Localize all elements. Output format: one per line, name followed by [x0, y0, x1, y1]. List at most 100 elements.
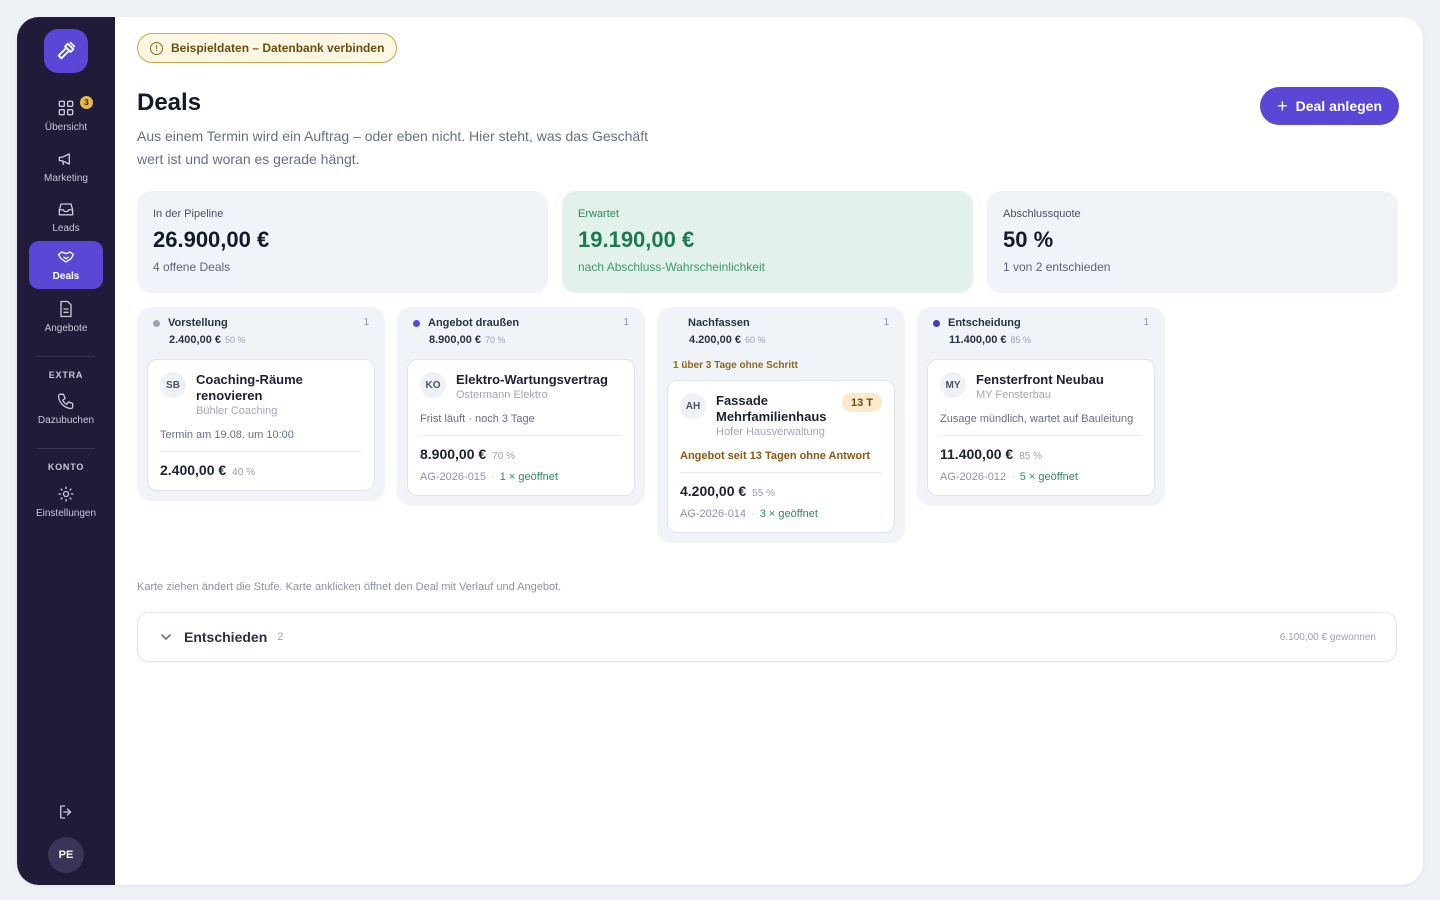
- decided-title: Entschieden: [184, 629, 268, 645]
- sidebar-item-einstellungen[interactable]: Einstellungen: [29, 478, 103, 526]
- offer-reference: AG-2026-014 · 3 × geöffnet: [680, 508, 818, 520]
- column-header: Entscheidung 1: [927, 317, 1155, 329]
- sidebar-item-label: Marketing: [44, 173, 88, 184]
- deal-card[interactable]: MY Fensterfront Neubau MY Fensterbau Zus…: [927, 359, 1155, 496]
- pipeline-board: Vorstellung 1 2.400,00 €50 % SB Coaching…: [137, 307, 1165, 543]
- company-initials: SB: [160, 372, 186, 398]
- stat-card-pipeline: In der Pipeline 26.900,00 € 4 offene Dea…: [137, 191, 548, 293]
- column-title: Nachfassen: [688, 317, 750, 329]
- deal-card[interactable]: KO Elektro-Wartungsvertrag Ostermann Ele…: [407, 359, 635, 496]
- deal-company: MY Fensterbau: [976, 389, 1052, 401]
- offer-reference: AG-2026-012 · 5 × geöffnet: [940, 471, 1078, 483]
- page-description: Aus einem Termin wird ein Auftrag – oder…: [137, 128, 648, 167]
- stage-dot: [413, 319, 420, 327]
- column-header: Angebot draußen 1: [407, 317, 635, 329]
- divider: [37, 448, 95, 449]
- sidebar-item-leads[interactable]: Leads: [29, 193, 103, 241]
- column-header: Nachfassen 1: [667, 317, 895, 329]
- decided-count: 2: [277, 631, 284, 643]
- column-header: Vorstellung 1: [147, 317, 375, 329]
- section-heading-extra: EXTRA: [48, 370, 84, 380]
- column-count: 1: [363, 317, 369, 328]
- deal-company: Ostermann Elektro: [456, 389, 548, 401]
- deal-card[interactable]: AH Fassade Mehrfamilienhaus Hofer Hausve…: [667, 380, 895, 533]
- deal-title: Fassade Mehrfamilienhaus: [716, 393, 827, 424]
- column-sum: 8.900,00 €70 %: [429, 334, 506, 346]
- stale-warning: 1 über 3 Tage ohne Schritt: [673, 360, 798, 371]
- column-count: 1: [623, 317, 629, 328]
- column-title: Vorstellung: [168, 317, 228, 329]
- offer-opened-count: 1 × geöffnet: [499, 471, 558, 483]
- deal-note: Zusage mündlich, wartet auf Bauleitung: [940, 413, 1142, 436]
- column-percent: 85 %: [1010, 335, 1032, 345]
- column-sum: 2.400,00 €50 %: [169, 334, 246, 346]
- column-percent: 50 %: [225, 335, 246, 345]
- sidebar-item-label: Leads: [52, 223, 80, 234]
- column-title: Entscheidung: [948, 317, 1021, 329]
- add-deal-button[interactable]: + Deal anlegen: [1260, 87, 1399, 125]
- stat-value: 19.190,00 €: [578, 227, 695, 252]
- stat-card-close-rate: Abschlussquote 50 % 1 von 2 entschieden: [987, 191, 1398, 293]
- company-initials: KO: [420, 372, 446, 398]
- stat-label: Abschlussquote: [1003, 208, 1081, 220]
- phone-icon: [57, 393, 74, 410]
- chevron-down-icon: [161, 634, 171, 640]
- stage-column-angebot-draussen: Angebot draußen 1 8.900,00 €70 % KO Elek…: [397, 307, 645, 506]
- deal-title: Elektro-Wartungsvertrag: [456, 372, 608, 387]
- decided-won-total: 6.100,00 € gewonnen: [1279, 631, 1376, 643]
- deal-probability: 85 %: [1019, 451, 1042, 462]
- offer-opened-count: 3 × geöffnet: [759, 508, 818, 520]
- deal-note: Angebot seit 13 Tagen ohne Antwort: [680, 450, 882, 473]
- deal-amount: 8.900,00 €70 %: [420, 446, 515, 462]
- stats-row: In der Pipeline 26.900,00 € 4 offene Dea…: [137, 191, 1398, 293]
- company-initials: MY: [940, 372, 966, 398]
- drag-hint: Karte ziehen ändert die Stufe. Karte ank…: [137, 581, 562, 593]
- avatar[interactable]: PE: [48, 837, 84, 873]
- deal-amount: 11.400,00 €85 %: [940, 446, 1042, 462]
- column-count: 1: [883, 317, 889, 328]
- company-initials: AH: [680, 393, 706, 419]
- decided-section-toggle[interactable]: Entschieden 2 6.100,00 € gewonnen: [137, 612, 1397, 662]
- demo-data-banner[interactable]: ! Beispieldaten – Datenbank verbinden: [137, 33, 398, 63]
- sidebar: 3 Übersicht Marketing Leads Deals Angebo…: [17, 17, 115, 885]
- stat-value: 50 %: [1003, 227, 1054, 252]
- deal-note: Termin am 19.08. um 10:00: [160, 429, 362, 452]
- deal-probability: 70 %: [492, 451, 515, 462]
- sidebar-item-label: Übersicht: [44, 122, 88, 133]
- stat-card-expected: Erwartet 19.190,00 € nach Abschluss-Wahr…: [562, 191, 973, 293]
- column-sum: 4.200,00 €60 %: [689, 334, 766, 346]
- gear-icon: [58, 486, 74, 502]
- stat-label: In der Pipeline: [153, 208, 224, 220]
- plus-icon: +: [1277, 96, 1288, 116]
- deal-amount: 4.200,00 €55 %: [680, 483, 775, 499]
- sidebar-item-marketing[interactable]: Marketing: [29, 143, 103, 191]
- column-percent: 70 %: [485, 335, 506, 345]
- logout-icon[interactable]: [57, 803, 75, 821]
- divider: [37, 356, 95, 357]
- deal-card[interactable]: SB Coaching-Räume renovieren Bühler Coac…: [147, 359, 375, 491]
- stage-column-vorstellung: Vorstellung 1 2.400,00 €50 % SB Coaching…: [137, 307, 385, 501]
- stat-value: 26.900,00 €: [153, 227, 270, 252]
- document-icon: [60, 300, 72, 318]
- sidebar-item-angebote[interactable]: Angebote: [29, 293, 103, 341]
- deal-amount: 2.400,00 €40 %: [160, 462, 255, 478]
- age-badge: 13 T: [841, 393, 882, 412]
- stage-dot: [933, 319, 940, 327]
- sidebar-item-label: Einstellungen: [35, 508, 97, 519]
- deal-probability: 55 %: [752, 488, 775, 499]
- stage-column-nachfassen: Nachfassen 1 4.200,00 €60 % 1 über 3 Tag…: [657, 307, 905, 543]
- sidebar-item-label: Angebote: [44, 323, 88, 334]
- sidebar-item-dazubuchen[interactable]: Dazubuchen: [29, 385, 103, 433]
- stat-subtext: 4 offene Deals: [153, 260, 231, 274]
- sidebar-item-label: Dazubuchen: [37, 415, 95, 426]
- warning-icon: !: [150, 41, 163, 55]
- deal-title: Coaching-Räume renovieren: [196, 372, 303, 403]
- section-heading-konto: KONTO: [47, 462, 85, 472]
- sidebar-item-uebersicht[interactable]: 3 Übersicht: [29, 92, 103, 140]
- hammer-icon[interactable]: [44, 29, 88, 73]
- sidebar-item-deals[interactable]: Deals: [29, 241, 103, 289]
- column-sum: 11.400,00 €85 %: [949, 334, 1032, 346]
- demo-data-label: Beispieldaten – Datenbank verbinden: [171, 41, 385, 55]
- sidebar-item-label: Deals: [52, 271, 80, 282]
- column-count: 1: [1143, 317, 1149, 328]
